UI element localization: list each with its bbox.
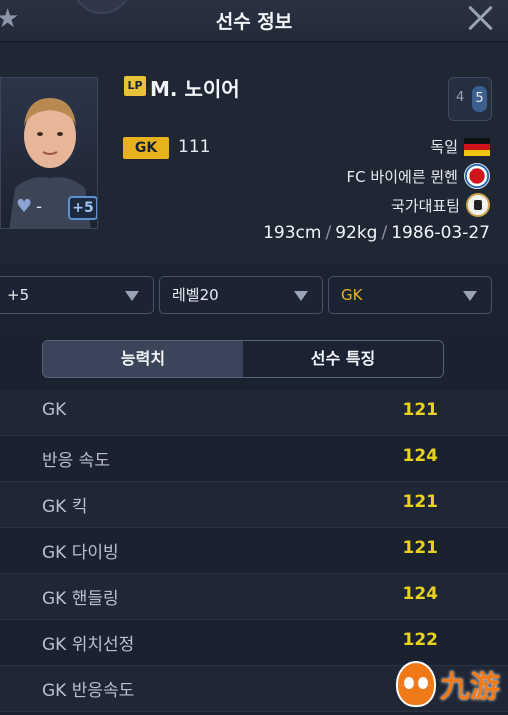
- page-title: 선수 정보: [215, 11, 293, 33]
- nation-label: 독일: [430, 138, 458, 156]
- stat-label: GK 위치선정: [42, 635, 135, 655]
- birthdate-value: 1986-03-27: [391, 223, 490, 243]
- stat-label: GK 킥: [42, 497, 88, 517]
- enhance-dropdown[interactable]: +5: [0, 276, 154, 314]
- tab-traits[interactable]: 선수 특징: [243, 341, 443, 377]
- stat-row: GK 위치선정 122: [0, 620, 508, 666]
- club-logo-icon: [464, 163, 490, 189]
- chevron-down-icon: [463, 291, 477, 301]
- stat-value: 124: [402, 584, 439, 604]
- position-number-box[interactable]: 4 5: [448, 77, 492, 121]
- stat-value: 121: [402, 400, 439, 420]
- national-team-icon: [466, 193, 490, 217]
- overall-rating: 111: [178, 137, 211, 157]
- stats-area: 능력치 선수 특징 GK 121 반응 속도 124 GK 킥 121 GK 다…: [0, 330, 508, 715]
- nation-line: 독일: [430, 136, 490, 157]
- germany-flag-icon: [464, 137, 490, 156]
- stat-row: GK 다이빙 121: [0, 528, 508, 574]
- like-value: -: [36, 197, 42, 216]
- heart-icon[interactable]: ♥: [16, 196, 32, 217]
- weight-value: 92kg: [335, 223, 378, 243]
- chevron-down-icon: [125, 291, 139, 301]
- stat-value: 121: [402, 538, 439, 558]
- stat-label: 반응 속도: [42, 451, 110, 471]
- stat-value: 124: [402, 446, 439, 466]
- stat-row: 반응 속도 124: [0, 436, 508, 482]
- lp-badge: LP: [124, 76, 146, 96]
- position-dropdown[interactable]: GK: [328, 276, 492, 314]
- watermark-logo: 九游: [396, 661, 500, 707]
- stat-label: GK: [42, 400, 67, 420]
- tab-bar: 능력치 선수 특징: [42, 340, 444, 378]
- close-icon[interactable]: [464, 2, 496, 34]
- player-info-panel: +5 ♥ - LP M. 노이어 4 5 GK 111 독일 FC 바이에른 뮌헨…: [0, 43, 508, 263]
- national-team-line: 국가대표팀: [391, 193, 490, 217]
- mascot-icon: [396, 661, 436, 707]
- stat-row: GK 킥 121: [0, 482, 508, 528]
- stat-value: 121: [402, 492, 439, 512]
- stat-row: GK 핸들링 124: [0, 574, 508, 620]
- chevron-down-icon: [294, 291, 308, 301]
- stat-value: 122: [402, 630, 439, 650]
- enhance-dropdown-value: +5: [7, 286, 30, 304]
- stat-label: GK 핸들링: [42, 589, 119, 609]
- watermark-text: 九游: [440, 670, 500, 705]
- enhance-badge: +5: [68, 196, 97, 220]
- club-line: FC 바이에른 뮌헨: [347, 163, 490, 189]
- stat-label: GK 다이빙: [42, 543, 119, 563]
- title-bar: ★ 선수 정보: [0, 0, 508, 42]
- position-number-5: 5: [472, 86, 487, 112]
- position-badge: GK: [123, 137, 169, 159]
- player-bio: 193cm/92kg/1986-03-27: [263, 223, 490, 243]
- height-value: 193cm: [263, 223, 322, 243]
- position-dropdown-value: GK: [341, 286, 363, 304]
- tab-abilities[interactable]: 능력치: [43, 341, 243, 377]
- level-dropdown-value: 레벨20: [172, 286, 219, 304]
- stat-label: GK 반응속도: [42, 681, 135, 701]
- position-number-4: 4: [456, 90, 465, 105]
- club-label: FC 바이에른 뮌헨: [346, 167, 458, 186]
- player-name: M. 노이어: [150, 77, 240, 101]
- stat-row: GK 121: [0, 390, 508, 436]
- player-photo: +5: [0, 77, 98, 229]
- level-dropdown[interactable]: 레벨20: [159, 276, 323, 314]
- national-team-label: 국가대표팀: [390, 196, 460, 215]
- filter-dropdowns: +5 레벨20 GK: [0, 276, 508, 318]
- like-row[interactable]: ♥ -: [16, 196, 42, 217]
